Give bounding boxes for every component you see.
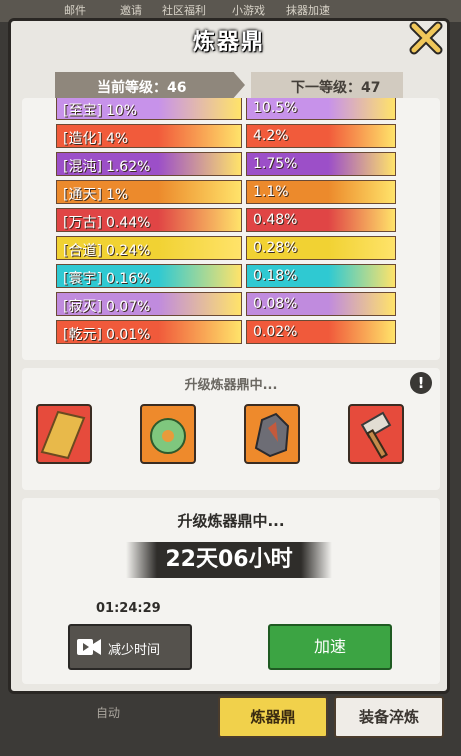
stat-next-value: 4.2% bbox=[253, 128, 289, 144]
menu-community[interactable]: 社区福利 bbox=[162, 2, 206, 18]
close-icon[interactable] bbox=[408, 20, 444, 56]
stat-current-value: 4% bbox=[105, 131, 129, 147]
stat-next-value: 1.1% bbox=[253, 184, 289, 200]
stat-next-cell: 0.08% bbox=[246, 292, 396, 316]
level-bar: 当前等级：46 下一等级：47 bbox=[55, 72, 403, 98]
stat-current-value: 1% bbox=[105, 187, 129, 203]
scroll-item-icon[interactable] bbox=[36, 404, 92, 464]
stat-current-cell: [通天] 1% bbox=[56, 180, 242, 204]
stat-name: [至宝] bbox=[63, 103, 102, 119]
stat-next-value: 0.08% bbox=[253, 296, 298, 312]
speed-up-button[interactable]: 加速 bbox=[268, 624, 392, 670]
stat-next-value: 0.18% bbox=[253, 268, 298, 284]
video-icon bbox=[77, 639, 101, 655]
tab-refine[interactable]: 装备淬炼 bbox=[334, 696, 444, 738]
page-title: 炼器鼎 bbox=[192, 30, 265, 55]
next-level: 下一等级：47 bbox=[251, 72, 403, 98]
reduce-time-button[interactable]: 减少时间 bbox=[68, 624, 192, 670]
tab-furnace[interactable]: 炼器鼎 bbox=[218, 696, 328, 738]
stat-current-value: 0.07% bbox=[105, 299, 151, 315]
stat-current-cell: [寂灭] 0.07% bbox=[56, 292, 242, 316]
exclamation-icon[interactable]: ! bbox=[410, 372, 432, 394]
materials-title: 升级炼器鼎中... bbox=[184, 378, 278, 393]
stat-next-value: 1.75% bbox=[253, 156, 298, 172]
stat-current-value: 10% bbox=[105, 103, 138, 119]
stat-name: [万古] bbox=[63, 215, 102, 231]
stat-name: [通天] bbox=[63, 187, 102, 203]
upgrade-panel: 升级炼器鼎中... 22天06小时 01:24:29 减少时间 加速 bbox=[22, 498, 440, 684]
stat-name: [乾元] bbox=[63, 327, 102, 343]
stat-next-cell: 0.48% bbox=[246, 208, 396, 232]
ore-icon[interactable] bbox=[244, 404, 300, 464]
menu-speed[interactable]: 抹器加速 bbox=[286, 2, 330, 18]
stat-current-value: 1.62% bbox=[105, 159, 151, 175]
stat-name: [造化] bbox=[63, 131, 102, 147]
stat-current-cell: [乾元] 0.01% bbox=[56, 320, 242, 344]
stat-table: [至宝] 10% 10.5% [造化] 4% 4.2% [混沌] 1.62% 1.75% [通天]… bbox=[22, 98, 440, 360]
stat-next-value: 10.5% bbox=[253, 100, 298, 116]
stat-next-value: 0.48% bbox=[253, 212, 298, 228]
stat-name: [寰宇] bbox=[63, 271, 102, 287]
stat-current-value: 0.24% bbox=[105, 243, 151, 259]
stat-next-cell: 0.28% bbox=[246, 236, 396, 260]
stat-next-cell: 0.02% bbox=[246, 320, 396, 344]
dialog-titlebar: 炼器鼎 bbox=[8, 18, 450, 62]
stat-next-cell: 10.5% bbox=[246, 98, 396, 120]
menu-invite[interactable]: 邀请 bbox=[120, 2, 142, 18]
stat-next-cell: 0.18% bbox=[246, 264, 396, 288]
stat-current-value: 0.16% bbox=[105, 271, 151, 287]
menu-mail[interactable]: 邮件 bbox=[64, 2, 86, 18]
remaining-time: 22天06小时 bbox=[126, 542, 332, 578]
stat-current-value: 0.44% bbox=[105, 215, 151, 231]
upgrade-title: 升级炼器鼎中... bbox=[177, 512, 285, 530]
stat-current-cell: [造化] 4% bbox=[56, 124, 242, 148]
menu-minigame[interactable]: 小游戏 bbox=[232, 2, 265, 18]
auto-label[interactable]: 自动 bbox=[96, 704, 120, 721]
stat-current-cell: [万古] 0.44% bbox=[56, 208, 242, 232]
stat-current-cell: [寰宇] 0.16% bbox=[56, 264, 242, 288]
stat-current-cell: [混沌] 1.62% bbox=[56, 152, 242, 176]
hammer-icon[interactable] bbox=[348, 404, 404, 464]
countdown-clock: 01:24:29 bbox=[96, 601, 161, 616]
stat-name: [混沌] bbox=[63, 159, 102, 175]
stat-current-value: 0.01% bbox=[105, 327, 151, 343]
stat-next-cell: 1.75% bbox=[246, 152, 396, 176]
stat-next-value: 0.28% bbox=[253, 240, 298, 256]
jade-pendant-icon[interactable] bbox=[140, 404, 196, 464]
current-level: 当前等级：46 bbox=[55, 72, 245, 98]
stat-next-cell: 4.2% bbox=[246, 124, 396, 148]
stat-name: [寂灭] bbox=[63, 299, 102, 315]
stat-next-cell: 1.1% bbox=[246, 180, 396, 204]
stat-name: [合道] bbox=[63, 243, 102, 259]
stat-current-cell: [合道] 0.24% bbox=[56, 236, 242, 260]
materials-panel: 升级炼器鼎中... ! bbox=[22, 368, 440, 490]
stat-next-value: 0.02% bbox=[253, 324, 298, 340]
stat-current-cell: [至宝] 10% bbox=[56, 98, 242, 120]
